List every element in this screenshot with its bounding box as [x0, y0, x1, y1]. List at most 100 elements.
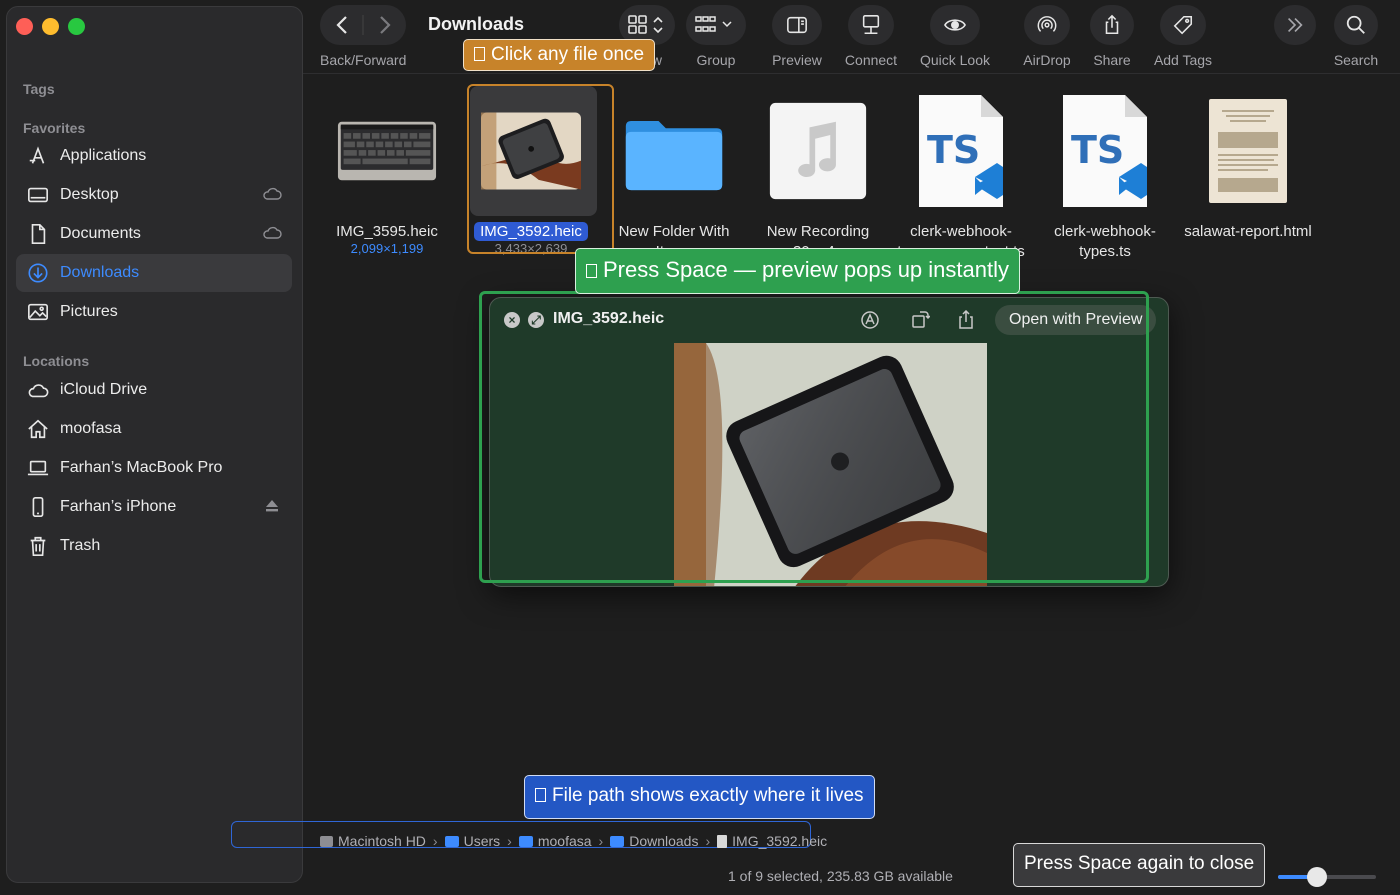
sidebar-item-downloads[interactable]: Downloads: [16, 254, 292, 292]
connect-label: Connect: [844, 52, 898, 68]
sidebar-item-label: Desktop: [60, 186, 119, 203]
checkbox-icon: [535, 788, 546, 802]
sidebar-item-macbook[interactable]: Farhan’s MacBook Pro: [16, 449, 292, 487]
icloud-status-icon: [263, 226, 282, 239]
file-name: IMG_3595.heic: [336, 223, 438, 240]
path-crumb-moofasa[interactable]: moofasa: [518, 833, 592, 849]
sidebar-header-locations[interactable]: Locations: [23, 353, 89, 369]
airdrop-icon: [1037, 16, 1057, 32]
typescript-file-icon: TS: [1055, 95, 1155, 207]
connect-server-icon: [862, 15, 880, 35]
share-icon: [1105, 14, 1119, 35]
path-crumb-macintosh-hd[interactable]: Macintosh HD: [320, 833, 426, 849]
more-toolbar-button[interactable]: [1274, 5, 1316, 45]
sidebar-item-home[interactable]: moofasa: [16, 410, 292, 448]
quick-look-button[interactable]: [930, 5, 980, 45]
trash-icon: [26, 534, 50, 558]
group-button[interactable]: [686, 5, 746, 45]
group-label: Group: [696, 52, 736, 68]
file-name: salawat-report.html: [1184, 223, 1312, 240]
svg-text:TS: TS: [1071, 128, 1124, 172]
group-icon: [695, 16, 732, 32]
sidebar-item-label: Trash: [60, 537, 101, 554]
share-label: Share: [1093, 52, 1131, 68]
chevron-right-icon: ›: [432, 833, 438, 849]
search-button[interactable]: [1334, 5, 1378, 45]
window-controls: [16, 18, 85, 35]
sidebar-item-pictures[interactable]: Pictures: [16, 293, 292, 331]
sidebar-item-applications[interactable]: Applications: [16, 137, 292, 175]
downloads-icon: [26, 261, 50, 285]
window-title: Downloads: [428, 14, 525, 34]
airdrop-label: AirDrop: [1023, 52, 1071, 68]
sidebar-item-label: Applications: [60, 147, 147, 164]
add-tags-label: Add Tags: [1153, 52, 1213, 68]
applications-icon: [26, 144, 50, 168]
document-icon: [717, 834, 728, 848]
sidebar-item-icloud-drive[interactable]: iCloud Drive: [16, 371, 292, 409]
finder-window: Tags Favorites Applications Desktop Docu…: [0, 0, 1400, 895]
chevron-left-icon[interactable]: [320, 5, 406, 45]
grid-view-icon: [628, 15, 663, 34]
chevron-double-right-icon: [1287, 17, 1303, 33]
search-label: Search: [1333, 52, 1379, 68]
home-folder-icon: [518, 835, 533, 847]
eject-icon[interactable]: [262, 498, 282, 514]
sidebar-item-label: iCloud Drive: [60, 381, 148, 398]
path-crumb-file[interactable]: IMG_3592.heic: [717, 833, 827, 849]
callout-outline-preview: [479, 291, 1149, 583]
add-tags-button[interactable]: [1160, 5, 1206, 45]
icloud-status-icon: [263, 187, 282, 200]
keyboard-photo-thumbnail: [337, 96, 437, 206]
sidebar-item-documents[interactable]: Documents: [16, 215, 292, 253]
eye-icon: [944, 19, 966, 31]
sidebar-header-tags[interactable]: Tags: [23, 81, 55, 97]
folder-icon: [610, 835, 625, 847]
minimize-window-button[interactable]: [42, 18, 59, 35]
html-document-thumbnail: [1198, 96, 1298, 206]
sidebar-item-desktop[interactable]: Desktop: [16, 176, 292, 214]
chevron-right-icon: ›: [705, 833, 711, 849]
folder-icon: [624, 96, 724, 206]
slider-knob[interactable]: [1307, 867, 1328, 887]
path-crumb-users[interactable]: Users: [444, 833, 500, 849]
search-icon: [1346, 15, 1365, 34]
sidebar-item-iphone[interactable]: Farhan’s iPhone: [16, 488, 292, 526]
documents-icon: [26, 222, 50, 246]
sidebar-header-favorites[interactable]: Favorites: [23, 120, 85, 136]
close-window-button[interactable]: [16, 18, 33, 35]
connect-button[interactable]: [848, 5, 894, 45]
sidebar-item-label: Documents: [60, 225, 141, 242]
icloud-icon: [26, 378, 50, 402]
file-name: clerk-webhook-types.ts: [1054, 223, 1156, 260]
folder-icon: [444, 835, 459, 847]
airdrop-button[interactable]: [1024, 5, 1070, 45]
back-forward-label: Back/Forward: [320, 52, 407, 68]
svg-text:TS: TS: [927, 128, 980, 172]
sidebar-item-label: Farhan’s iPhone: [60, 498, 177, 515]
back-forward-control[interactable]: [320, 5, 406, 45]
chevron-right-icon: ›: [507, 833, 512, 849]
sidebar-item-label: Farhan’s MacBook Pro: [60, 459, 223, 476]
chevron-right-icon: ›: [598, 833, 604, 849]
home-icon: [26, 417, 50, 441]
share-button[interactable]: [1090, 5, 1134, 45]
sidebar-item-label: Pictures: [60, 303, 118, 320]
path-crumb-downloads[interactable]: Downloads: [610, 833, 698, 849]
toolbar-divider: [303, 73, 1400, 74]
iphone-icon: [26, 495, 50, 519]
preview-label: Preview: [772, 52, 822, 68]
pictures-icon: [26, 300, 50, 324]
quick-look-label: Quick Look: [919, 52, 991, 68]
hard-drive-icon: [320, 835, 333, 847]
preview-button[interactable]: [772, 5, 822, 45]
tag-icon: [1173, 15, 1193, 35]
typescript-file-icon: TS: [911, 95, 1011, 207]
callout-click-file: Click any file once: [463, 39, 656, 71]
audio-file-icon: [768, 96, 868, 206]
sidebar-item-trash[interactable]: Trash: [16, 527, 292, 565]
checkbox-icon: [474, 47, 485, 61]
zoom-window-button[interactable]: [68, 18, 85, 35]
callout-outline-file: [467, 84, 614, 254]
sidebar-item-label: Downloads: [60, 264, 140, 281]
